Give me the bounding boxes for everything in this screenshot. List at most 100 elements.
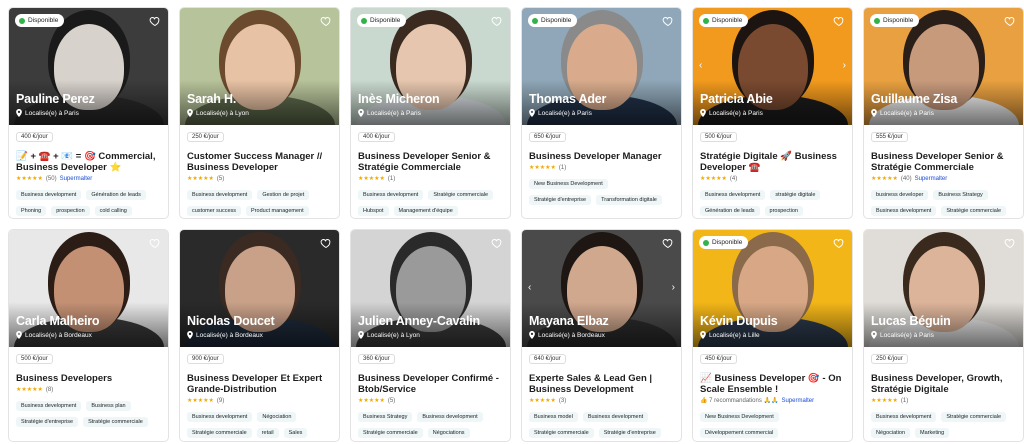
skill-tag[interactable]: Business model [529,412,578,422]
skill-tag[interactable]: Business Strategy [933,190,988,200]
skill-tag[interactable]: Business development [871,412,937,422]
skill-tag[interactable]: Sales [283,428,308,438]
skill-tag[interactable]: stratégie digitale [770,190,821,200]
profile-photo[interactable]: Nicolas Doucet Localisé(e) à Bordeaux [180,230,339,347]
freelancer-card[interactable]: Disponible Pauline Perez Localisé(e) à Par… [8,7,169,219]
profile-photo[interactable]: Disponible Pauline Perez Localisé(e) à Par… [9,8,168,125]
skill-tag[interactable]: cold calling [94,206,132,216]
freelancer-card[interactable]: Carla Malheiro Localisé(e) à Bordeaux 500 … [8,229,169,442]
chevron-left-icon[interactable]: ‹ [528,282,531,293]
skill-tag[interactable]: Négociation [257,412,297,422]
profile-photo[interactable]: Disponible Inès Micheron Localisé(e) à Par… [351,8,510,125]
skill-tag[interactable]: New Business Development [700,412,779,422]
favorite-heart-icon[interactable] [833,14,845,27]
favorite-heart-icon[interactable] [662,236,674,249]
favorite-heart-icon[interactable] [149,14,161,27]
skill-tag[interactable]: Hubspot [358,206,389,216]
freelancer-title[interactable]: Business Developer Confirmé - Btob/Servi… [358,373,503,395]
freelancer-card[interactable]: Sarah H. Localisé(e) à Lyon 250 €/jour Cust… [179,7,340,219]
freelancer-title[interactable]: Business Developer Et Expert Grande-Dist… [187,373,332,395]
freelancer-card[interactable]: Disponible Thomas Ader Localisé(e) à Paris… [521,7,682,219]
profile-photo[interactable]: Disponible Guillaume Zisa Localisé(e) à Pa… [864,8,1023,125]
freelancer-title[interactable]: Business Developer Senior & Stratégie Co… [358,151,503,173]
skill-tag[interactable]: Business plan [86,401,131,411]
skill-tag[interactable]: Négociation [871,428,911,438]
skill-tag[interactable]: New Business Development [529,179,608,189]
freelancer-card[interactable]: Disponible Inès Micheron Localisé(e) à Par… [350,7,511,219]
skill-tag[interactable]: Business development [700,190,766,200]
profile-photo[interactable]: Carla Malheiro Localisé(e) à Bordeaux [9,230,168,347]
freelancer-card[interactable]: Lucas Béguin Localisé(e) à Paris 250 €/jou… [863,229,1024,442]
skill-tag[interactable]: Management d'équipe [393,206,458,216]
skill-tag[interactable]: retail [256,428,279,438]
favorite-heart-icon[interactable] [662,14,674,27]
skill-tag[interactable]: Stratégie d'entreprise [529,195,592,205]
freelancer-title[interactable]: Customer Success Manager // Business Dev… [187,151,332,173]
freelancer-card[interactable]: Disponible Kévin Dupuis Localisé(e) à Lill… [692,229,853,442]
profile-photo[interactable]: ‹ › Mayana Elbaz Localisé(e) à Bordeaux [522,230,681,347]
chevron-right-icon[interactable]: › [672,282,675,293]
skill-tag[interactable]: Stratégie commerciale [529,428,594,438]
skill-tag[interactable]: Stratégie d'entreprise [598,428,661,438]
favorite-heart-icon[interactable] [320,236,332,249]
skill-tag[interactable]: Phoning [16,206,47,216]
skill-tag[interactable]: prospection [51,206,90,216]
profile-photo[interactable]: Disponible Thomas Ader Localisé(e) à Paris [522,8,681,125]
skill-tag[interactable]: Génération de leads [700,206,760,216]
skill-tag[interactable]: Stratégie commerciale [83,417,148,427]
favorite-heart-icon[interactable] [320,14,332,27]
freelancer-title[interactable]: Business Developer Senior & Stratégie Co… [871,151,1016,173]
favorite-heart-icon[interactable] [491,236,503,249]
skill-tag[interactable]: Business development [582,412,649,422]
freelancer-title[interactable]: Experte Sales & Lead Gen | Business Deve… [529,373,674,395]
skill-tag[interactable]: Stratégie commerciale [941,206,1007,216]
profile-photo[interactable]: Disponible Kévin Dupuis Localisé(e) à Lill… [693,230,852,347]
freelancer-card[interactable]: ‹ › Mayana Elbaz Localisé(e) à Bordeaux 640 … [521,229,682,442]
skill-tag[interactable]: Stratégie commerciale [187,428,252,438]
skill-tag[interactable]: Développement commercial [700,428,779,438]
skill-tag[interactable]: Business development [417,412,483,422]
freelancer-card[interactable]: Nicolas Doucet Localisé(e) à Bordeaux 900 … [179,229,340,442]
profile-photo[interactable]: Lucas Béguin Localisé(e) à Paris [864,230,1023,347]
profile-photo[interactable]: Disponible ‹ › Patricia Abie Localisé(e) à P… [693,8,852,125]
freelancer-card[interactable]: Disponible Guillaume Zisa Localisé(e) à Pa… [863,7,1024,219]
skill-tag[interactable]: Business development [187,412,253,422]
favorite-heart-icon[interactable] [1004,236,1016,249]
profile-photo[interactable]: Sarah H. Localisé(e) à Lyon [180,8,339,125]
freelancer-title[interactable]: 📝 + ☎️ + 📧 = 🎯 Commercial, Business Deve… [16,151,161,173]
skill-tag[interactable]: Négociations [427,428,470,438]
skill-tag[interactable]: customer success [187,206,242,216]
freelancer-title[interactable]: Stratégie Digitale 🚀 Business Developer … [700,151,845,173]
chevron-left-icon[interactable]: ‹ [699,60,702,71]
skill-tag[interactable]: Transformation digitale [596,195,662,205]
skill-tag[interactable]: Marketing [915,428,950,438]
skill-tag[interactable]: Gestion de projet [257,190,310,200]
freelancer-title[interactable]: Business Developers [16,373,161,384]
skill-tag[interactable]: business developer [871,190,929,200]
skill-tag[interactable]: Génération de leads [86,190,146,200]
freelancer-title[interactable]: Business Developer, Growth, Stratégie Di… [871,373,1016,395]
skill-tag[interactable]: Stratégie commerciale [941,412,1007,422]
skill-tag[interactable]: prospection [764,206,803,216]
skill-tag[interactable]: Stratégie commerciale [358,428,423,438]
favorite-heart-icon[interactable] [1004,14,1016,27]
freelancer-title[interactable]: 📈 Business Developer 🎯 - On Scale Ensemb… [700,373,845,395]
skill-tag[interactable]: Product management [246,206,309,216]
skill-tag[interactable]: Business development [187,190,253,200]
skill-tag[interactable]: Business development [871,206,937,216]
favorite-heart-icon[interactable] [491,14,503,27]
rating-row: ★★★★★ (1) [358,175,503,183]
freelancer-card[interactable]: Disponible ‹ › Patricia Abie Localisé(e) à P… [692,7,853,219]
skill-tag[interactable]: Business Strategy [358,412,413,422]
favorite-heart-icon[interactable] [833,236,845,249]
chevron-right-icon[interactable]: › [843,60,846,71]
freelancer-card[interactable]: Julien Anney-Cavalin Localisé(e) à Lyon 36… [350,229,511,442]
skill-tag[interactable]: Stratégie commerciale [428,190,494,200]
skill-tag[interactable]: Stratégie d'entreprise [16,417,79,427]
favorite-heart-icon[interactable] [149,236,161,249]
freelancer-title[interactable]: Business Developer Manager [529,151,674,162]
skill-tag[interactable]: Business development [16,401,82,411]
skill-tag[interactable]: Business development [16,190,82,200]
profile-photo[interactable]: Julien Anney-Cavalin Localisé(e) à Lyon [351,230,510,347]
skill-tag[interactable]: Business development [358,190,424,200]
